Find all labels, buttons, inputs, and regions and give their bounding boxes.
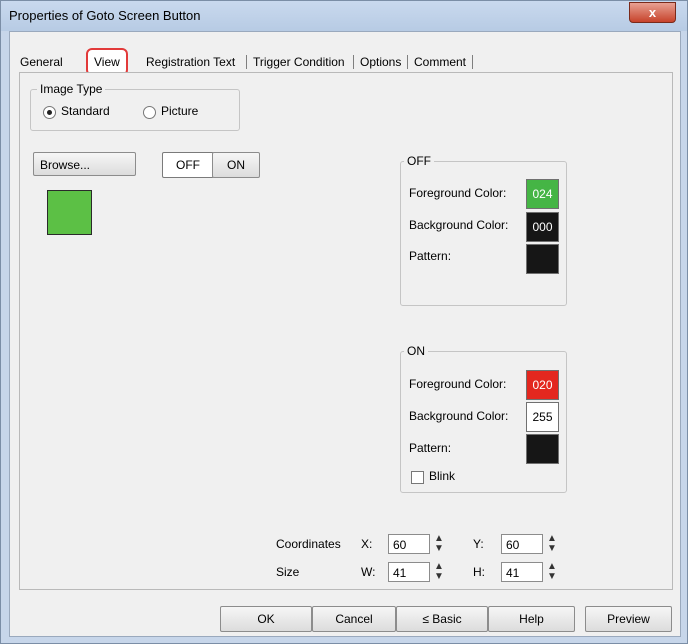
preview-button[interactable]: Preview	[585, 606, 672, 632]
window-title: Properties of Goto Screen Button	[9, 8, 201, 23]
on-pattern-swatch[interactable]	[526, 434, 559, 464]
tab-general[interactable]: General	[20, 52, 63, 72]
picture-radio-label[interactable]: Picture	[161, 104, 198, 118]
x-input[interactable]: 60	[388, 534, 430, 554]
off-group-legend: OFF	[404, 154, 434, 168]
on-foreground-color-swatch[interactable]: 020	[526, 370, 559, 400]
off-background-color-swatch[interactable]: 000	[526, 212, 559, 242]
on-group-legend: ON	[404, 344, 428, 358]
dialog-client-area: General View Registration Text Trigger C…	[9, 31, 681, 637]
off-foreground-color-swatch[interactable]: 024	[526, 179, 559, 209]
properties-dialog: Properties of Goto Screen Button x Gener…	[0, 0, 688, 644]
title-bar[interactable]: Properties of Goto Screen Button x	[1, 1, 687, 31]
image-type-legend: Image Type	[37, 82, 106, 96]
view-tab-panel: Image Type Standard Picture Browse... OF…	[19, 72, 673, 590]
tab-trigger-condition[interactable]: Trigger Condition	[253, 52, 345, 72]
height-input[interactable]: 41	[501, 562, 543, 582]
x-spinner[interactable]: ▲ ▼	[432, 534, 446, 554]
off-pattern-label: Pattern:	[409, 249, 452, 263]
blink-checkbox-label[interactable]: Blink	[429, 469, 455, 483]
off-foreground-label: Foreground Color:	[409, 186, 507, 200]
image-type-group: Image Type Standard Picture	[30, 82, 240, 131]
tab-options[interactable]: Options	[360, 52, 401, 72]
ok-button[interactable]: OK	[220, 606, 312, 632]
tab-registration-text[interactable]: Registration Text	[146, 52, 235, 72]
tab-comment[interactable]: Comment	[414, 52, 466, 72]
off-state-button[interactable]: OFF	[162, 152, 214, 178]
on-pattern-label: Pattern:	[409, 441, 452, 455]
y-input[interactable]: 60	[501, 534, 543, 554]
tab-separator	[407, 55, 408, 69]
blink-checkbox[interactable]	[411, 471, 424, 484]
on-background-color-swatch[interactable]: 255	[526, 402, 559, 432]
close-button[interactable]: x	[629, 2, 676, 23]
width-spinner[interactable]: ▲ ▼	[432, 562, 446, 582]
width-input[interactable]: 41	[388, 562, 430, 582]
on-state-button[interactable]: ON	[212, 152, 260, 178]
on-foreground-label: Foreground Color:	[409, 377, 507, 391]
cancel-button[interactable]: Cancel	[312, 606, 396, 632]
off-background-label: Background Color:	[409, 218, 509, 232]
basic-button[interactable]: ≤ Basic	[396, 606, 488, 632]
y-spinner[interactable]: ▲ ▼	[545, 534, 559, 554]
size-label: Size	[276, 565, 300, 579]
off-pattern-swatch[interactable]	[526, 244, 559, 274]
help-button[interactable]: Help	[488, 606, 575, 632]
w-label: W:	[361, 565, 376, 579]
standard-radio-label[interactable]: Standard	[61, 104, 110, 118]
button-preview	[47, 190, 92, 235]
tab-separator	[246, 55, 247, 69]
height-spinner[interactable]: ▲ ▼	[545, 562, 559, 582]
on-group: ON Foreground Color: 020 Background Colo…	[400, 344, 567, 493]
coordinates-label: Coordinates	[276, 537, 341, 551]
browse-button[interactable]: Browse...	[33, 152, 136, 176]
dialog-button-bar: OK Cancel ≤ Basic Help Preview	[10, 602, 680, 636]
off-group: OFF Foreground Color: 024 Background Col…	[400, 154, 567, 306]
h-label: H:	[473, 565, 485, 579]
tab-separator	[472, 55, 473, 69]
picture-radio[interactable]	[143, 106, 156, 119]
y-label: Y:	[473, 537, 484, 551]
tab-separator	[353, 55, 354, 69]
on-background-label: Background Color:	[409, 409, 509, 423]
x-label: X:	[361, 537, 373, 551]
standard-radio[interactable]	[43, 106, 56, 119]
